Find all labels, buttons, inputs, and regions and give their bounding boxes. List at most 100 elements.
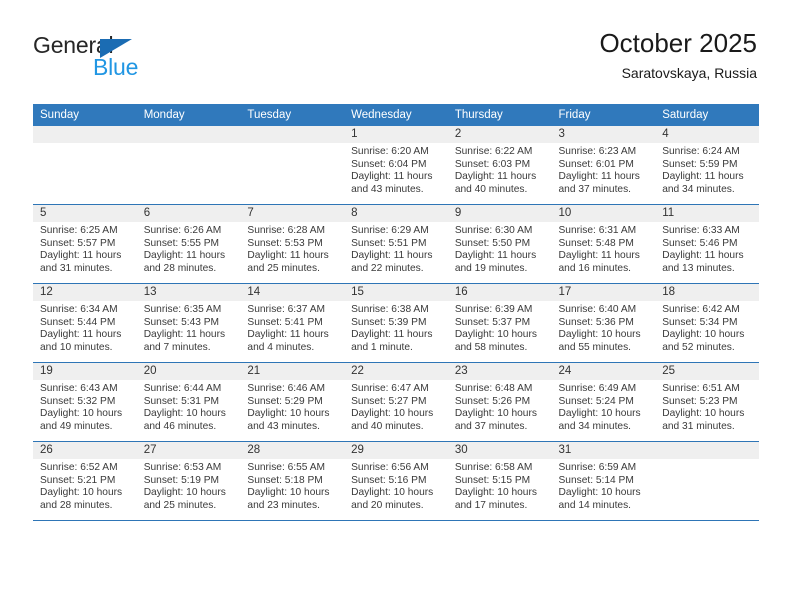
day-details: Sunrise: 6:35 AM Sunset: 5:43 PM Daylight:… [137,301,241,354]
day-number: 20 [136,363,241,380]
day-details: Sunrise: 6:42 AM Sunset: 5:34 PM Daylight:… [655,301,759,354]
day-number: 23 [447,363,552,380]
calendar-day-cell[interactable]: 25 Sunrise: 6:51 AM Sunset: 5:23 PM Dayligh… [655,362,759,442]
day-number: 9 [447,205,552,222]
sunrise-text: Sunrise: 6:56 AM [351,462,429,473]
sunrise-text: Sunrise: 6:23 AM [558,146,637,157]
calendar-day-cell[interactable]: 8 Sunrise: 6:29 AM Sunset: 5:51 PM Daylight… [344,204,448,284]
daylight-text-line2: and 31 minutes. [40,262,113,274]
day-number: 3 [551,126,656,143]
day-cell-content: 1 Sunrise: 6:20 AM Sunset: 6:04 PM Daylight… [344,126,448,204]
day-cell-content: 28 Sunrise: 6:55 AM Sunset: 5:18 PM Dayligh… [240,442,345,520]
day-cell-content: 26 Sunrise: 6:52 AM Sunset: 5:21 PM Dayligh… [33,442,137,520]
day-details: Sunrise: 6:47 AM Sunset: 5:27 PM Daylight:… [344,380,448,433]
sunrise-text: Sunrise: 6:46 AM [247,383,325,394]
day-details: Sunrise: 6:53 AM Sunset: 5:19 PM Daylight:… [137,459,241,512]
day-number: 12 [33,284,137,301]
day-cell-content: 15 Sunrise: 6:38 AM Sunset: 5:39 PM Dayligh… [344,284,448,362]
daylight-text-line2: and 37 minutes. [454,420,528,432]
day-cell-content: 8 Sunrise: 6:29 AM Sunset: 5:51 PM Daylight… [344,205,448,283]
day-details: Sunrise: 6:23 AM Sunset: 6:01 PM Daylight:… [552,143,656,196]
sunrise-text: Sunrise: 6:53 AM [143,462,222,473]
sunrise-text: Sunrise: 6:51 AM [662,383,740,394]
daylight-text-line2: and 13 minutes. [662,262,735,274]
calendar-day-cell[interactable]: 17 Sunrise: 6:40 AM Sunset: 5:36 PM Dayligh… [551,283,656,363]
day-cell-content: 19 Sunrise: 6:43 AM Sunset: 5:32 PM Dayligh… [33,363,137,441]
daylight-text-line1: Daylight: 11 hours [40,329,122,341]
daylight-text-line1: Daylight: 10 hours [143,408,226,420]
calendar-day-cell[interactable]: 4 Sunrise: 6:24 AM Sunset: 5:59 PM Daylight… [655,126,759,205]
sunset-text: Sunset: 5:26 PM [454,395,531,407]
day-details: Sunrise: 6:25 AM Sunset: 5:57 PM Daylight:… [33,222,137,275]
day-cell-content: 13 Sunrise: 6:35 AM Sunset: 5:43 PM Dayligh… [136,284,241,362]
calendar-day-cell[interactable]: 30 Sunrise: 6:58 AM Sunset: 5:15 PM Dayligh… [447,441,552,521]
calendar-day-cell[interactable]: 15 Sunrise: 6:38 AM Sunset: 5:39 PM Dayligh… [344,283,448,363]
sunset-text: Sunset: 5:50 PM [454,237,531,249]
day-cell-content: 20 Sunrise: 6:44 AM Sunset: 5:31 PM Dayligh… [136,363,241,441]
calendar-day-cell[interactable]: 13 Sunrise: 6:35 AM Sunset: 5:43 PM Dayligh… [136,283,241,363]
calendar-day-cell[interactable]: 29 Sunrise: 6:56 AM Sunset: 5:16 PM Dayligh… [344,441,448,521]
calendar-day-cell[interactable]: 11 Sunrise: 6:33 AM Sunset: 5:46 PM Dayligh… [655,204,759,284]
sunrise-text: Sunrise: 6:37 AM [247,304,325,315]
day-details: Sunrise: 6:51 AM Sunset: 5:23 PM Daylight:… [655,380,759,433]
daylight-text-line2: and 16 minutes. [558,262,632,274]
calendar-day-cell[interactable]: 26 Sunrise: 6:52 AM Sunset: 5:21 PM Dayligh… [33,441,137,521]
daylight-text-line1: Daylight: 10 hours [454,329,537,341]
calendar-day-cell[interactable]: 19 Sunrise: 6:43 AM Sunset: 5:32 PM Dayligh… [33,362,137,442]
daylight-text-line2: and 17 minutes. [454,499,528,511]
calendar-day-cell[interactable]: 1 Sunrise: 6:20 AM Sunset: 6:04 PM Daylight… [344,126,448,205]
sunrise-sunset-calendar-table: Sunday Monday Tuesday Wednesday Thursday… [33,104,759,521]
sunrise-text: Sunrise: 6:40 AM [558,304,637,315]
day-cell-content: 16 Sunrise: 6:39 AM Sunset: 5:37 PM Dayligh… [447,284,552,362]
calendar-day-cell[interactable]: 12 Sunrise: 6:34 AM Sunset: 5:44 PM Dayligh… [33,283,137,363]
sunset-text: Sunset: 5:48 PM [558,237,634,249]
daylight-text-line2: and 34 minutes. [558,420,632,432]
calendar-day-cell[interactable]: 24 Sunrise: 6:49 AM Sunset: 5:24 PM Dayligh… [551,362,656,442]
day-details: Sunrise: 6:43 AM Sunset: 5:32 PM Daylight:… [33,380,137,433]
calendar-day-cell[interactable]: 2 Sunrise: 6:22 AM Sunset: 6:03 PM Daylight… [447,126,552,205]
day-details: Sunrise: 6:34 AM Sunset: 5:44 PM Daylight:… [33,301,137,354]
day-cell-content: 30 Sunrise: 6:58 AM Sunset: 5:15 PM Dayligh… [447,442,552,520]
general-blue-logo[interactable]: General Blue [33,32,233,88]
calendar-day-cell[interactable]: 6 Sunrise: 6:26 AM Sunset: 5:55 PM Daylight… [136,204,241,284]
calendar-day-cell[interactable]: 21 Sunrise: 6:46 AM Sunset: 5:29 PM Dayligh… [240,362,345,442]
day-number: 19 [33,363,137,380]
calendar-day-cell[interactable]: 31 Sunrise: 6:59 AM Sunset: 5:14 PM Dayligh… [551,441,656,521]
day-cell-content: 18 Sunrise: 6:42 AM Sunset: 5:34 PM Dayligh… [655,284,759,362]
daylight-text-line1: Daylight: 10 hours [558,487,641,499]
calendar-day-cell[interactable]: 22 Sunrise: 6:47 AM Sunset: 5:27 PM Dayligh… [344,362,448,442]
calendar-day-cell[interactable]: 7 Sunrise: 6:28 AM Sunset: 5:53 PM Daylight… [240,204,345,284]
calendar-day-cell[interactable]: 27 Sunrise: 6:53 AM Sunset: 5:19 PM Dayligh… [136,441,241,521]
calendar-day-cell[interactable]: 5 Sunrise: 6:25 AM Sunset: 5:57 PM Daylight… [33,204,137,284]
day-number: 8 [344,205,448,222]
daylight-text-line2: and 43 minutes. [247,420,320,432]
sunset-text: Sunset: 5:36 PM [558,316,634,328]
day-details: Sunrise: 6:38 AM Sunset: 5:39 PM Daylight:… [344,301,448,354]
daylight-text-line2: and 20 minutes. [351,499,424,511]
calendar-day-cell[interactable]: 18 Sunrise: 6:42 AM Sunset: 5:34 PM Dayligh… [655,283,759,363]
daylight-text-line2: and 23 minutes. [247,499,320,511]
calendar-day-cell[interactable]: 28 Sunrise: 6:55 AM Sunset: 5:18 PM Dayligh… [240,441,345,521]
calendar-empty-cell [240,126,345,205]
day-number: 21 [240,363,345,380]
calendar-day-cell[interactable]: 20 Sunrise: 6:44 AM Sunset: 5:31 PM Dayligh… [136,362,241,442]
calendar-day-cell[interactable]: 10 Sunrise: 6:31 AM Sunset: 5:48 PM Dayligh… [551,204,656,284]
calendar-day-cell[interactable]: 3 Sunrise: 6:23 AM Sunset: 6:01 PM Daylight… [551,126,656,205]
daylight-text-line2: and 10 minutes. [40,341,113,353]
daylight-text-line2: and 43 minutes. [351,183,424,195]
daylight-text-line1: Daylight: 11 hours [558,250,640,262]
daylight-text-line2: and 22 minutes. [351,262,424,274]
day-number: 6 [136,205,241,222]
day-details: Sunrise: 6:56 AM Sunset: 5:16 PM Daylight:… [344,459,448,512]
calendar-day-cell[interactable]: 9 Sunrise: 6:30 AM Sunset: 5:50 PM Daylight… [447,204,552,284]
day-number [33,126,137,143]
day-details: Sunrise: 6:44 AM Sunset: 5:31 PM Daylight:… [137,380,241,433]
daylight-text-line2: and 28 minutes. [143,262,217,274]
calendar-day-cell[interactable]: 14 Sunrise: 6:37 AM Sunset: 5:41 PM Dayligh… [240,283,345,363]
day-number: 22 [344,363,448,380]
calendar-day-cell[interactable]: 16 Sunrise: 6:39 AM Sunset: 5:37 PM Dayligh… [447,283,552,363]
calendar-day-cell[interactable]: 23 Sunrise: 6:48 AM Sunset: 5:26 PM Dayligh… [447,362,552,442]
day-cell-content: 6 Sunrise: 6:26 AM Sunset: 5:55 PM Daylight… [136,205,241,283]
day-cell-content: 25 Sunrise: 6:51 AM Sunset: 5:23 PM Dayligh… [655,363,759,441]
daylight-text-line2: and 37 minutes. [558,183,632,195]
